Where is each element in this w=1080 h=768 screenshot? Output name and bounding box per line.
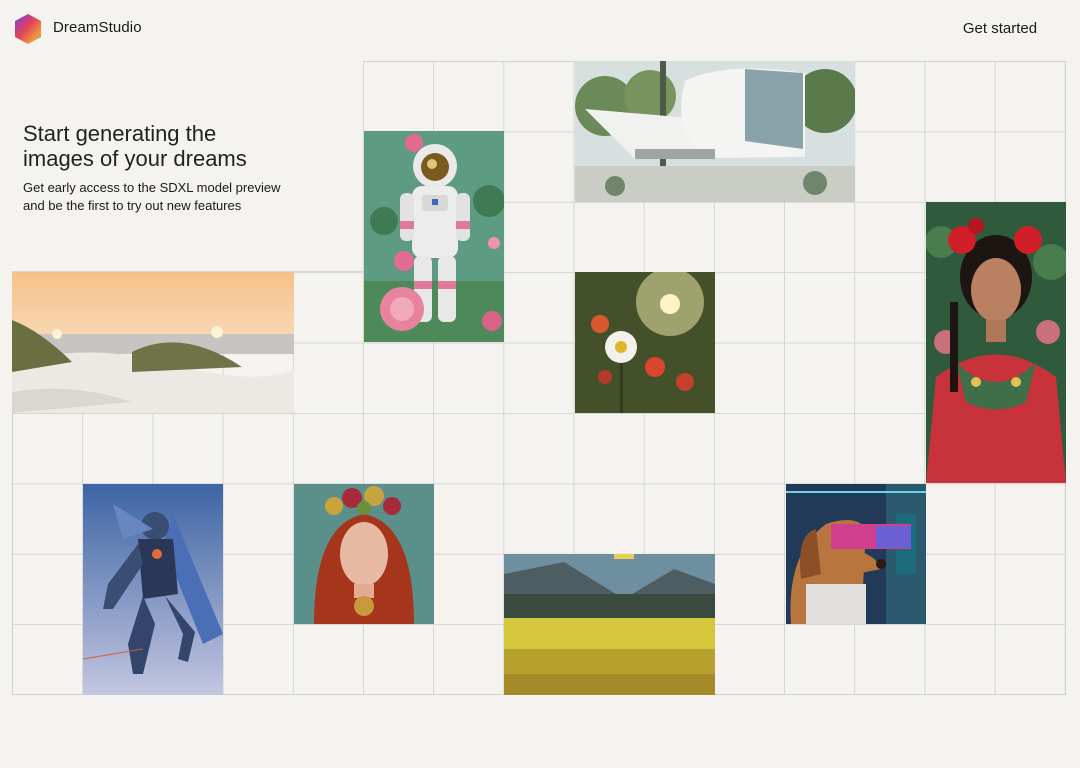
subtext-line-2: and be the first to try out new features — [23, 198, 242, 213]
gallery-image-astronaut — [364, 131, 504, 342]
daisy-image-icon — [575, 272, 715, 413]
hero-headline: Start generating the images of your drea… — [23, 121, 343, 171]
gallery-image-beach — [12, 272, 294, 413]
get-started-button[interactable]: Get started — [945, 18, 1055, 40]
gallery-image-daisy — [575, 272, 715, 413]
top-bar: DreamStudio Get started — [0, 0, 1080, 58]
gallery-image-vr-dog — [786, 484, 926, 624]
dreamstudio-logo-icon[interactable] — [12, 13, 44, 45]
gallery-image-house — [575, 61, 855, 202]
gallery-image-flower-crown — [294, 484, 434, 624]
intro-panel: Start generating the images of your drea… — [12, 61, 364, 272]
beach-dunes-image-icon — [12, 272, 294, 413]
red-hair-woman-image-icon — [294, 484, 434, 624]
subtext-line-1: Get early access to the SDXL model previ… — [23, 180, 281, 195]
headline-line-1: Start generating the — [23, 121, 217, 146]
vr-dog-image-icon — [786, 484, 926, 624]
robot-image-icon — [83, 484, 223, 695]
architecture-image-icon — [575, 61, 855, 202]
mountain-meadow-image-icon — [504, 554, 715, 695]
astronaut-image-icon — [364, 131, 504, 342]
gallery-image-meadow — [504, 554, 715, 695]
gallery-image-robot — [83, 484, 223, 695]
brand-name[interactable]: DreamStudio — [53, 19, 142, 36]
hero-subtext: Get early access to the SDXL model previ… — [23, 179, 343, 215]
portrait-flowers-image-icon — [926, 202, 1066, 483]
headline-line-2: images of your dreams — [23, 146, 247, 171]
gallery-image-portrait — [926, 202, 1066, 483]
